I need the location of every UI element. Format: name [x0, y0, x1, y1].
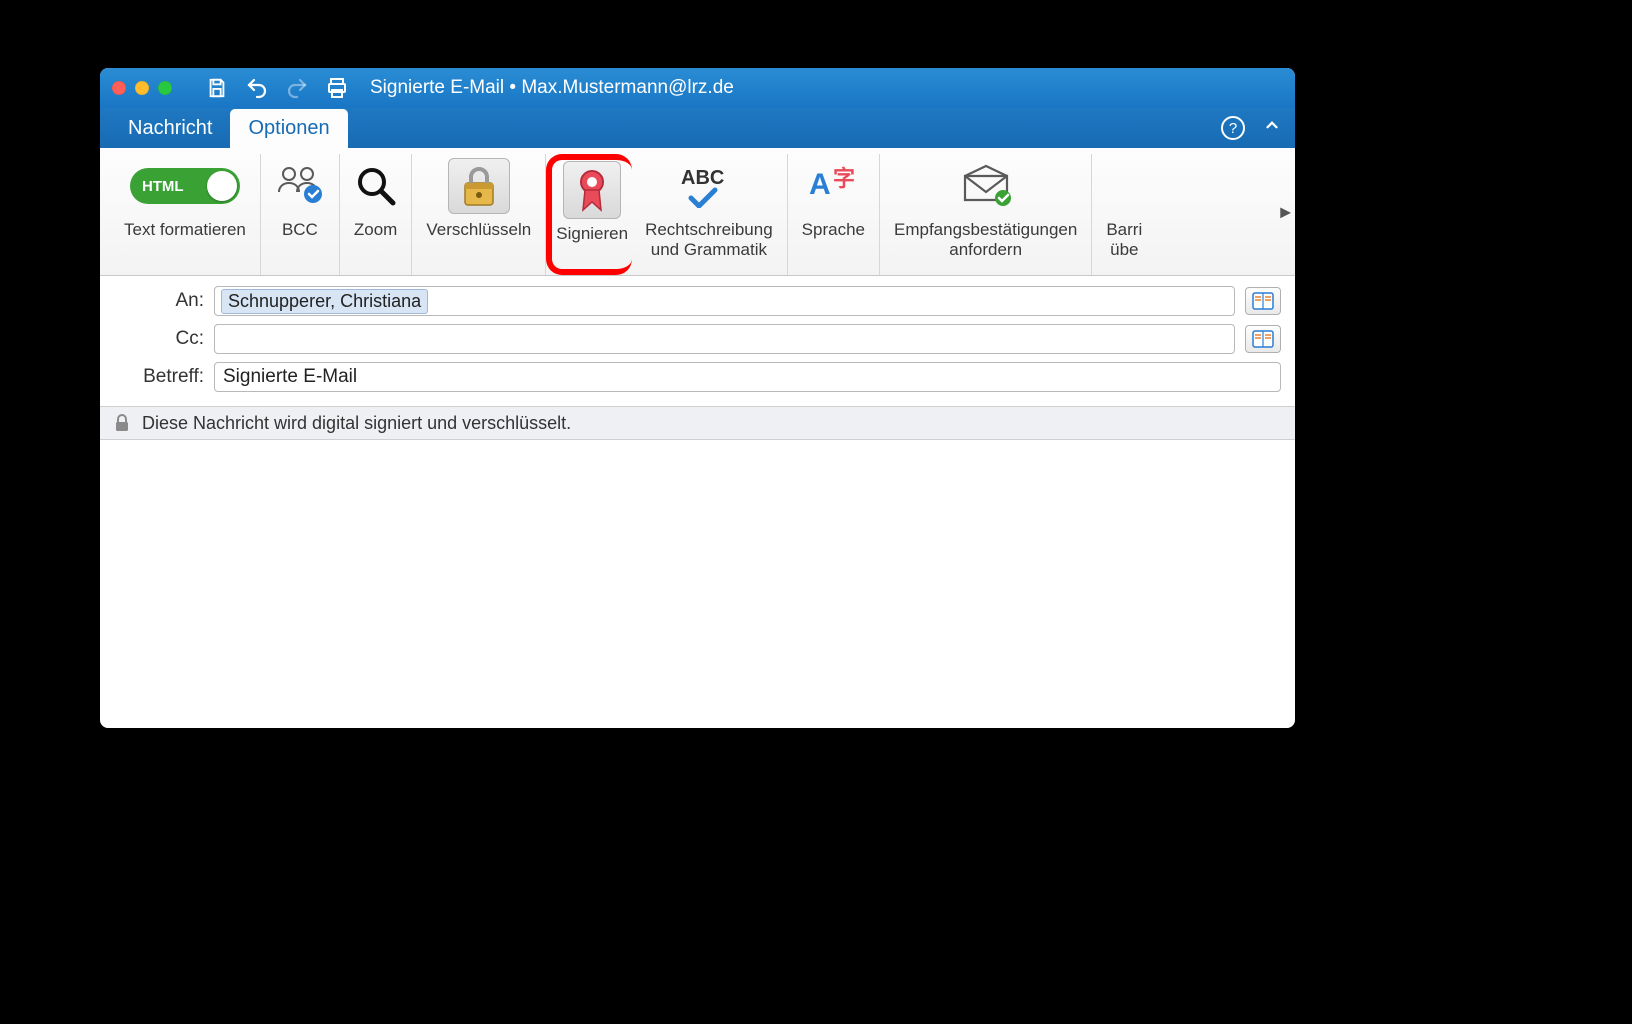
lock-small-icon: [114, 414, 130, 432]
address-book-icon: [1252, 292, 1274, 310]
html-toggle-label: HTML: [142, 178, 184, 195]
subject-label: Betreff:: [114, 366, 204, 388]
cc-address-book-button[interactable]: [1245, 325, 1281, 353]
group-text-format: HTML Text formatieren: [110, 154, 261, 275]
group-spelling[interactable]: ABC Rechtschreibung und Grammatik: [631, 154, 788, 275]
ribbon-seal-icon: [574, 168, 610, 212]
help-button[interactable]: ?: [1221, 116, 1245, 140]
subject-input[interactable]: [214, 362, 1281, 392]
to-address-book-button[interactable]: [1245, 287, 1281, 315]
html-toggle[interactable]: HTML: [130, 168, 240, 204]
sign-button[interactable]: [563, 161, 621, 219]
titlebar: Signierte E-Mail • Max.Mustermann@lrz.de: [100, 68, 1295, 108]
group-sign[interactable]: Signieren: [546, 154, 632, 275]
minimize-window-button[interactable]: [135, 81, 149, 95]
security-banner-text: Diese Nachricht wird digital signiert un…: [142, 413, 571, 434]
address-book-icon: [1252, 330, 1274, 348]
group-encrypt[interactable]: Verschlüsseln: [412, 154, 546, 275]
svg-text:字: 字: [833, 166, 855, 191]
to-input[interactable]: Schnupperer, Christiana: [214, 286, 1235, 316]
undo-icon[interactable]: [244, 75, 270, 101]
spelling-label: Rechtschreibung und Grammatik: [645, 220, 773, 261]
group-accessibility[interactable]: Barri übe: [1092, 154, 1156, 275]
message-body[interactable]: [100, 440, 1295, 720]
accessibility-label: Barri übe: [1106, 220, 1142, 261]
subject-row: Betreff:: [114, 362, 1281, 392]
zoom-icon: [355, 165, 397, 207]
toggle-knob: [207, 171, 237, 201]
print-icon[interactable]: [324, 75, 350, 101]
save-icon[interactable]: [204, 75, 230, 101]
text-format-label: Text formatieren: [124, 220, 246, 240]
spellcheck-icon: ABC: [679, 164, 739, 208]
recipient-chip[interactable]: Schnupperer, Christiana: [221, 289, 428, 314]
sign-label: Signieren: [556, 224, 628, 244]
language-icon: A 字: [807, 164, 859, 208]
group-bcc[interactable]: BCC: [261, 154, 340, 275]
to-label: An:: [114, 290, 204, 312]
ribbon-overflow-arrow[interactable]: ▶: [1280, 203, 1291, 220]
ribbon-tabs: Nachricht Optionen ?: [100, 108, 1295, 148]
group-language[interactable]: A 字 Sprache: [788, 154, 880, 275]
bcc-icon: [275, 164, 325, 208]
window-title: Signierte E-Mail • Max.Mustermann@lrz.de: [370, 77, 734, 99]
tab-message[interactable]: Nachricht: [110, 109, 230, 148]
bcc-label: BCC: [282, 220, 318, 240]
zoom-label: Zoom: [354, 220, 397, 240]
redo-icon[interactable]: [284, 75, 310, 101]
svg-text:A: A: [809, 168, 831, 201]
security-banner: Diese Nachricht wird digital signiert un…: [100, 406, 1295, 440]
encrypt-button[interactable]: [448, 158, 510, 214]
group-receipts[interactable]: Empfangsbestätigungen anfordern: [880, 154, 1092, 275]
receipts-label: Empfangsbestätigungen anfordern: [894, 220, 1077, 261]
cc-label: Cc:: [114, 328, 204, 350]
group-zoom[interactable]: Zoom: [340, 154, 412, 275]
window-controls: [112, 81, 172, 95]
cc-row: Cc:: [114, 324, 1281, 354]
maximize-window-button[interactable]: [158, 81, 172, 95]
svg-text:ABC: ABC: [681, 167, 724, 189]
header-fields: An: Schnupperer, Christiana Cc:: [100, 276, 1295, 406]
to-row: An: Schnupperer, Christiana: [114, 286, 1281, 316]
ribbon-options: HTML Text formatieren BCC: [100, 148, 1295, 276]
compose-window: Signierte E-Mail • Max.Mustermann@lrz.de…: [100, 68, 1295, 728]
close-window-button[interactable]: [112, 81, 126, 95]
lock-icon: [459, 165, 499, 207]
language-label: Sprache: [802, 220, 865, 240]
cc-input[interactable]: [214, 324, 1235, 354]
tab-options[interactable]: Optionen: [230, 109, 347, 148]
collapse-ribbon-button[interactable]: [1263, 116, 1281, 139]
receipt-icon: [959, 164, 1013, 208]
encrypt-label: Verschlüsseln: [426, 220, 531, 240]
